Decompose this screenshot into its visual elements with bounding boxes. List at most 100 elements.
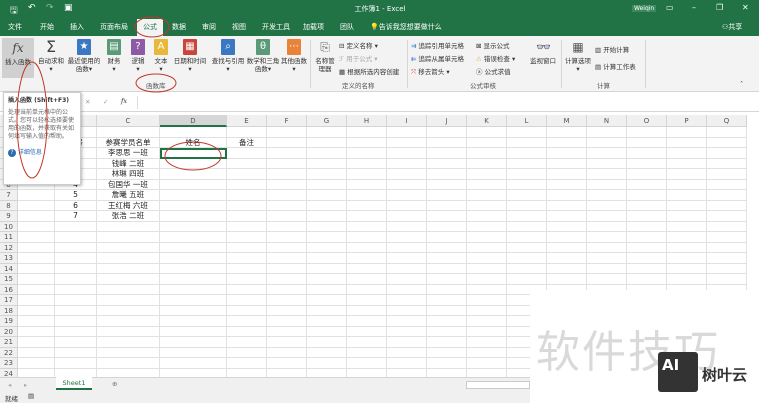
column-header[interactable]: J	[427, 115, 467, 127]
cell[interactable]	[547, 190, 587, 201]
cell[interactable]	[160, 326, 227, 337]
cell[interactable]	[307, 274, 347, 285]
cell[interactable]	[707, 158, 747, 169]
cell[interactable]	[387, 305, 427, 316]
more-functions-button[interactable]: ⋯ 其他函数 ▾	[280, 39, 308, 73]
cell[interactable]	[467, 137, 507, 148]
cell[interactable]	[97, 221, 160, 232]
cell[interactable]	[227, 200, 267, 211]
cell[interactable]	[97, 284, 160, 295]
cell[interactable]	[467, 358, 507, 369]
row-header[interactable]: 21	[0, 337, 18, 348]
cell[interactable]	[627, 263, 667, 274]
cell[interactable]	[467, 179, 507, 190]
add-sheet-icon[interactable]: ⊕	[112, 380, 117, 388]
cell[interactable]	[507, 137, 547, 148]
cell[interactable]	[427, 337, 467, 348]
row-header[interactable]: 14	[0, 263, 18, 274]
cell[interactable]: 包国华 一班	[97, 179, 160, 190]
cell[interactable]	[547, 179, 587, 190]
cell[interactable]	[667, 179, 707, 190]
cell[interactable]	[267, 337, 307, 348]
save-icon[interactable]: 🖫	[10, 3, 18, 19]
fx-icon[interactable]: fx	[121, 97, 127, 105]
cell[interactable]	[667, 148, 707, 159]
cell[interactable]	[427, 148, 467, 159]
column-header[interactable]: G	[307, 115, 347, 127]
cell[interactable]	[267, 200, 307, 211]
tell-me-search[interactable]: 💡告诉我您想要做什么	[370, 22, 442, 32]
cell[interactable]	[627, 242, 667, 253]
cell[interactable]	[55, 347, 97, 358]
selected-cell[interactable]	[160, 148, 227, 159]
scroll-sheets-left-icon[interactable]: ◂	[8, 381, 11, 389]
cell[interactable]	[627, 158, 667, 169]
cell[interactable]: 钱峰 二班	[97, 158, 160, 169]
cell[interactable]	[267, 179, 307, 190]
cell[interactable]	[55, 284, 97, 295]
cell[interactable]	[467, 169, 507, 180]
cell[interactable]	[467, 253, 507, 264]
column-header[interactable]: L	[507, 115, 547, 127]
cell[interactable]	[587, 232, 627, 243]
cell[interactable]	[307, 127, 347, 138]
cell[interactable]	[307, 158, 347, 169]
cell[interactable]	[227, 221, 267, 232]
cell[interactable]	[667, 253, 707, 264]
tooltip-link[interactable]: ? 详细信息	[8, 149, 76, 157]
cell[interactable]	[307, 221, 347, 232]
row-header[interactable]: 8	[0, 200, 18, 211]
cell[interactable]	[427, 200, 467, 211]
collapse-ribbon-icon[interactable]: ˄	[740, 80, 743, 88]
cell[interactable]	[387, 295, 427, 306]
remove-arrows-button[interactable]: ⤧ 移去箭头 ▾	[411, 66, 450, 77]
column-header[interactable]: M	[547, 115, 587, 127]
cell[interactable]	[55, 221, 97, 232]
user-name[interactable]: Weiqin	[632, 5, 657, 12]
cell[interactable]	[627, 200, 667, 211]
cell[interactable]	[227, 242, 267, 253]
cell[interactable]	[467, 347, 507, 358]
cell[interactable]	[307, 242, 347, 253]
cell[interactable]	[160, 200, 227, 211]
cell[interactable]	[267, 242, 307, 253]
cell[interactable]	[627, 179, 667, 190]
cell[interactable]	[267, 274, 307, 285]
cell[interactable]	[387, 190, 427, 201]
cell[interactable]	[587, 211, 627, 222]
cell[interactable]	[587, 158, 627, 169]
cell[interactable]	[18, 284, 55, 295]
sheet-tab-sheet1[interactable]: Sheet1	[56, 377, 92, 390]
cell[interactable]	[387, 158, 427, 169]
cell[interactable]	[707, 127, 747, 138]
cell[interactable]	[667, 242, 707, 253]
cell[interactable]	[267, 148, 307, 159]
cell[interactable]	[227, 169, 267, 180]
cell[interactable]	[347, 295, 387, 306]
cell[interactable]	[18, 263, 55, 274]
cell[interactable]	[55, 326, 97, 337]
cell[interactable]	[160, 221, 227, 232]
cell[interactable]	[347, 200, 387, 211]
cell[interactable]	[427, 326, 467, 337]
cell[interactable]	[227, 274, 267, 285]
cell[interactable]	[227, 326, 267, 337]
row-header[interactable]: 18	[0, 305, 18, 316]
cell[interactable]	[18, 232, 55, 243]
cell[interactable]	[55, 253, 97, 264]
cell[interactable]	[97, 232, 160, 243]
cell[interactable]	[507, 253, 547, 264]
text-button[interactable]: A 文本 ▾	[150, 39, 172, 73]
cell[interactable]	[427, 211, 467, 222]
cell[interactable]	[707, 242, 747, 253]
define-name-button[interactable]: ⊟ 定义名称 ▾	[339, 40, 378, 50]
cell[interactable]	[347, 137, 387, 148]
recent-functions-button[interactable]: ★ 最近使用的函数▾	[66, 39, 102, 73]
calculation-options-button[interactable]: ▦ 计算选项 ▾	[563, 39, 593, 73]
cell[interactable]	[97, 326, 160, 337]
cell[interactable]	[427, 347, 467, 358]
cell[interactable]	[507, 127, 547, 138]
column-header[interactable]: E	[227, 115, 267, 127]
cell[interactable]	[307, 295, 347, 306]
cell[interactable]	[347, 253, 387, 264]
